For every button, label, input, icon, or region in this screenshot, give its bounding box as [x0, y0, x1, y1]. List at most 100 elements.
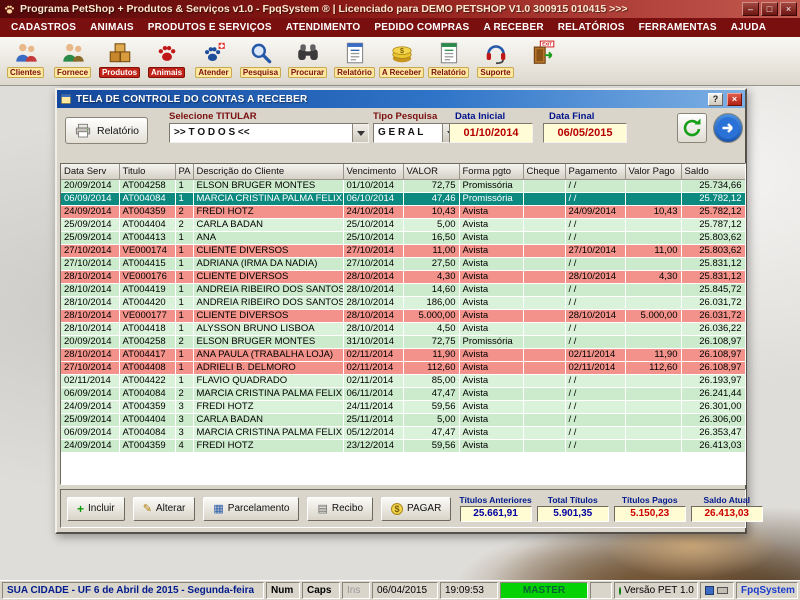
table-row[interactable]: 28/10/2014 AT004418 1 ALYSSON BRUNO LISB… — [61, 322, 745, 336]
toolbar-produtos-button[interactable]: Produtos — [96, 39, 143, 85]
pagar-button[interactable]: $ PAGAR — [381, 496, 452, 521]
titular-value: >> T O D O S << — [174, 127, 250, 138]
tipo-pesquisa-select[interactable]: G E R A L — [373, 123, 459, 143]
chevron-down-icon[interactable] — [352, 124, 368, 142]
table-row[interactable]: 28/10/2014 AT004420 1 ANDREIA RIBEIRO DO… — [61, 296, 745, 310]
table-row[interactable]: 28/10/2014 AT004419 1 ANDREIA RIBEIRO DO… — [61, 283, 745, 297]
cell-cliente: FREDI HOTZ — [193, 439, 344, 453]
table-row[interactable]: 06/09/2014 AT004084 1 MARCIA CRISTINA PA… — [61, 192, 745, 206]
toolbar-suporte-button[interactable]: Suporte — [472, 39, 519, 85]
cell-titulo: AT004084 — [119, 426, 176, 440]
window-titlebar[interactable]: TELA DE CONTROLE DO CONTAS A RECEBER ? × — [57, 90, 745, 108]
cell-pa: 1 — [175, 348, 194, 362]
menu-item[interactable]: A RECEBER — [476, 20, 550, 35]
menu-item[interactable]: RELATÓRIOS — [551, 20, 632, 35]
toolbar-clientes-button[interactable]: Clientes — [2, 39, 49, 85]
cell-cheque — [523, 374, 566, 388]
column-header[interactable]: Data Serv — [61, 164, 120, 180]
data-inicial-field[interactable] — [449, 123, 533, 143]
cell-data-serv: 28/10/2014 — [61, 322, 120, 336]
menu-item[interactable]: ANIMAIS — [83, 20, 141, 35]
help-button[interactable]: ? — [708, 92, 723, 106]
pagar-label: PAGAR — [407, 503, 442, 514]
data-final-field[interactable] — [543, 123, 627, 143]
column-header[interactable]: Forma pgto — [459, 164, 524, 180]
toolbar-fornecedores-button[interactable]: Fornece — [49, 39, 96, 85]
toolbar-procurar-button[interactable]: Procurar — [284, 39, 331, 85]
toolbar-label: A Receber — [378, 67, 425, 78]
close-button[interactable]: × — [780, 2, 797, 16]
recibo-button[interactable]: ▤ Recibo — [307, 496, 374, 521]
toolbar-atender-button[interactable]: Atender — [190, 39, 237, 85]
menu-item[interactable]: ATENDIMENTO — [279, 20, 368, 35]
toolbar-relatorio-button[interactable]: Relatório — [331, 39, 378, 85]
toolbar-areceber-button[interactable]: $ A Receber — [378, 39, 425, 85]
toolbar-exit-button[interactable]: EXIT — [519, 39, 566, 85]
menu-item[interactable]: FERRAMENTAS — [632, 20, 724, 35]
column-header[interactable]: Vencimento — [343, 164, 404, 180]
table-row[interactable]: 25/09/2014 AT004404 2 CARLA BADAN 25/10/… — [61, 218, 745, 232]
column-header[interactable]: Descrição do Cliente — [193, 164, 344, 180]
table-row[interactable]: 28/10/2014 VE000177 1 CLIENTE DIVERSOS 2… — [61, 309, 745, 323]
cell-vencimento: 27/10/2014 — [343, 244, 404, 258]
table-row[interactable]: 28/10/2014 AT004417 1 ANA PAULA (TRABALH… — [61, 348, 745, 362]
menu-item[interactable]: PEDIDO COMPRAS — [367, 20, 476, 35]
refresh-button[interactable] — [677, 113, 707, 143]
table-row[interactable]: 06/09/2014 AT004084 3 MARCIA CRISTINA PA… — [61, 426, 745, 440]
go-button[interactable] — [713, 113, 743, 143]
column-header[interactable]: Titulo — [119, 164, 176, 180]
printer-icon — [75, 123, 91, 137]
disk-icon — [705, 586, 714, 595]
cell-valor-pago: 11,00 — [625, 244, 682, 258]
maximize-button[interactable]: □ — [761, 2, 778, 16]
table-row[interactable]: 06/09/2014 AT004084 2 MARCIA CRISTINA PA… — [61, 387, 745, 401]
menu-item[interactable]: AJUDA — [724, 20, 773, 35]
window-close-button[interactable]: × — [727, 92, 742, 106]
column-header[interactable]: Pagamento — [565, 164, 626, 180]
alterar-button[interactable]: ✎ Alterar — [132, 496, 196, 521]
column-header[interactable]: VALOR — [403, 164, 460, 180]
table-row[interactable]: 24/09/2014 AT004359 2 FREDI HOTZ 24/10/2… — [61, 205, 745, 219]
table-row[interactable]: 28/10/2014 VE000176 1 CLIENTE DIVERSOS 2… — [61, 270, 745, 284]
cell-vencimento: 24/11/2014 — [343, 400, 404, 414]
table-row[interactable]: 20/09/2014 AT004258 1 ELSON BRUGER MONTE… — [61, 179, 745, 193]
cell-data-serv: 28/10/2014 — [61, 348, 120, 362]
cell-pa: 1 — [175, 257, 194, 271]
cell-valor: 72,75 — [403, 335, 460, 349]
cell-pagamento: / / — [565, 231, 626, 245]
minimize-button[interactable]: – — [742, 2, 759, 16]
menu-item[interactable]: PRODUTOS E SERVIÇOS — [141, 20, 279, 35]
table-row[interactable]: 27/10/2014 VE000174 1 CLIENTE DIVERSOS 2… — [61, 244, 745, 258]
cell-valor-pago — [625, 179, 682, 193]
table-row[interactable]: 27/10/2014 AT004408 1 ADRIELI B. DELMORO… — [61, 361, 745, 375]
titular-select[interactable]: >> T O D O S << — [169, 123, 369, 143]
coin-icon: $ — [391, 502, 404, 515]
cell-saldo: 26.108,97 — [681, 348, 745, 362]
relatorio-button[interactable]: Relatório — [65, 117, 149, 144]
column-header[interactable]: Valor Pago — [625, 164, 682, 180]
cell-valor: 11,90 — [403, 348, 460, 362]
toolbar-pesquisa-button[interactable]: Pesquisa — [237, 39, 284, 85]
incluir-button[interactable]: + Incluir — [67, 496, 125, 521]
table-row[interactable]: 25/09/2014 AT004413 1 ANA 25/10/2014 16,… — [61, 231, 745, 245]
toolbar-relatorio2-button[interactable]: Relatório — [425, 39, 472, 85]
cell-cliente: FREDI HOTZ — [193, 205, 344, 219]
table-row[interactable]: 20/09/2014 AT004258 2 ELSON BRUGER MONTE… — [61, 335, 745, 349]
window-body: Relatório Selecione TITULAR >> T O D O S… — [57, 108, 763, 532]
parcelamento-button[interactable]: ▦ Parcelamento — [203, 496, 300, 521]
money-icon: $ — [391, 46, 412, 63]
table-row[interactable]: 25/09/2014 AT004404 3 CARLA BADAN 25/11/… — [61, 413, 745, 427]
column-header[interactable]: Saldo — [681, 164, 745, 180]
cell-forma-pgto: Avista — [459, 283, 524, 297]
table-row[interactable]: 27/10/2014 AT004415 1 ADRIANA (IRMA DA N… — [61, 257, 745, 271]
cell-data-serv: 24/09/2014 — [61, 205, 120, 219]
column-header[interactable]: Cheque — [523, 164, 566, 180]
toolbar-animais-button[interactable]: Animais — [143, 39, 190, 85]
cell-pa: 3 — [175, 426, 194, 440]
cell-forma-pgto: Avista — [459, 400, 524, 414]
table-row[interactable]: 02/11/2014 AT004422 1 FLAVIO QUADRADO 02… — [61, 374, 745, 388]
table-row[interactable]: 24/09/2014 AT004359 4 FREDI HOTZ 23/12/2… — [61, 439, 745, 453]
menu-item[interactable]: CADASTROS — [4, 20, 83, 35]
table-row[interactable]: 24/09/2014 AT004359 3 FREDI HOTZ 24/11/2… — [61, 400, 745, 414]
column-header[interactable]: PA — [175, 164, 194, 180]
